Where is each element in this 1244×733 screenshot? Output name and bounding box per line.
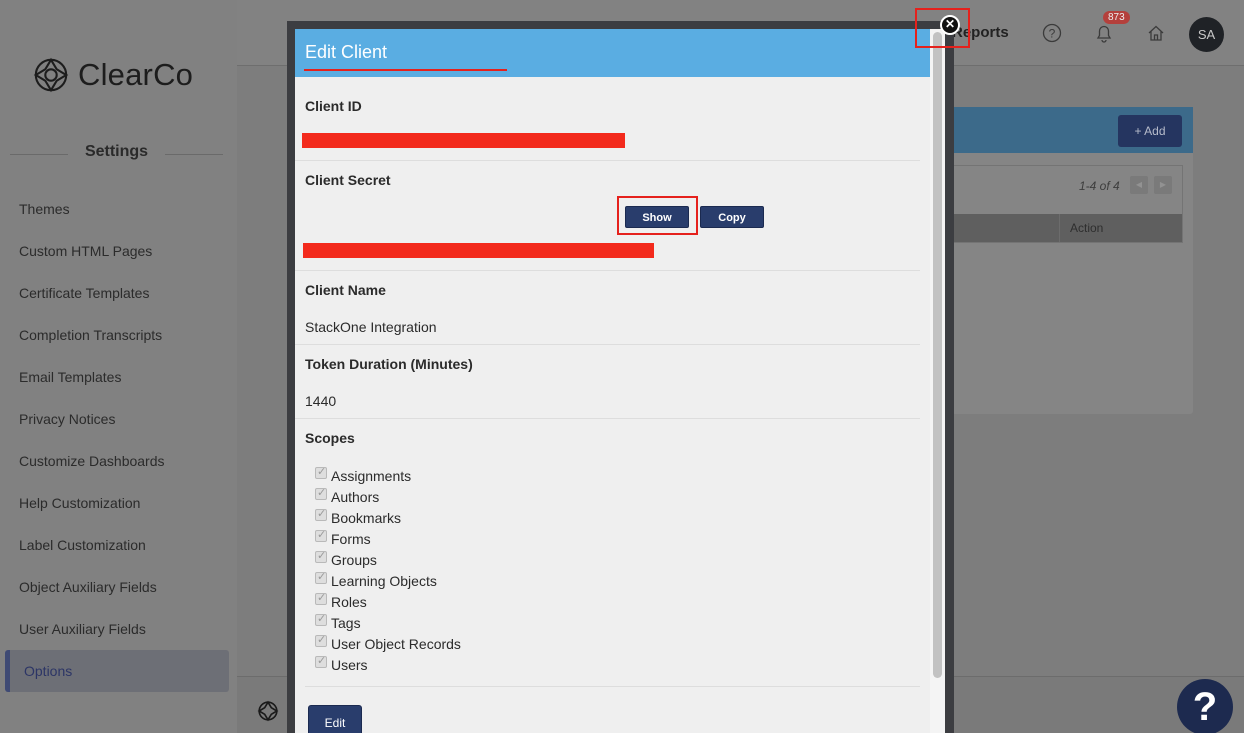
panel-header: + Add — [952, 107, 1193, 153]
scope-checkbox[interactable] — [315, 486, 327, 500]
scope-label: Forms — [331, 530, 371, 547]
sidebar-item-label-customization[interactable]: Label Customization — [0, 524, 237, 566]
sidebar-item-options[interactable]: Options — [5, 650, 229, 692]
scope-checkbox[interactable] — [315, 465, 327, 479]
scope-checkbox[interactable] — [315, 570, 327, 584]
token-duration-value: 1440 — [305, 393, 337, 409]
edit-client-modal: Edit Client Client ID Client Secret Show… — [295, 29, 930, 733]
divider — [305, 686, 920, 687]
scope-item: Learning Objects — [315, 570, 461, 591]
divider — [295, 270, 920, 271]
modal-scrollbar-thumb[interactable] — [933, 32, 942, 678]
svg-text:?: ? — [1049, 27, 1056, 41]
scopes-list: Assignments Authors Bookmarks Forms Grou… — [315, 465, 461, 675]
scope-item: Users — [315, 654, 461, 675]
sidebar-item-custom-html-pages[interactable]: Custom HTML Pages — [0, 230, 237, 272]
home-icon[interactable] — [1146, 23, 1166, 43]
clearco-logo-icon — [33, 57, 69, 93]
scope-label: Learning Objects — [331, 572, 437, 589]
settings-nav: Themes Custom HTML Pages Certificate Tem… — [0, 188, 237, 692]
scope-item: Assignments — [315, 465, 461, 486]
sidebar-item-themes[interactable]: Themes — [0, 188, 237, 230]
scope-checkbox[interactable] — [315, 507, 327, 521]
client-secret-label: Client Secret — [305, 172, 391, 188]
scope-item: Authors — [315, 486, 461, 507]
scope-checkbox[interactable] — [315, 591, 327, 605]
pager-text: 1-4 of 4 — [1079, 179, 1120, 193]
scope-checkbox[interactable] — [315, 612, 327, 626]
client-id-redaction — [302, 133, 625, 148]
help-circle-icon[interactable]: ? — [1042, 23, 1062, 43]
modal-header: Edit Client — [295, 29, 930, 77]
prev-page-icon[interactable]: ◀ — [1130, 176, 1148, 194]
scope-item: Bookmarks — [315, 507, 461, 528]
modal-title: Edit Client — [305, 42, 388, 62]
client-name-value: StackOne Integration — [305, 319, 437, 335]
scope-label: Roles — [331, 593, 367, 610]
scope-label: Tags — [331, 614, 361, 631]
sidebar-item-certificate-templates[interactable]: Certificate Templates — [0, 272, 237, 314]
scope-label: Bookmarks — [331, 509, 402, 526]
table-header: Action — [953, 214, 1182, 242]
sidebar-item-customize-dashboards[interactable]: Customize Dashboards — [0, 440, 237, 482]
sidebar-item-object-auxiliary-fields[interactable]: Object Auxiliary Fields — [0, 566, 237, 608]
divider — [295, 160, 920, 161]
user-avatar[interactable]: SA — [1189, 17, 1224, 52]
add-client-button[interactable]: + Add — [1118, 115, 1182, 147]
brand-logo[interactable]: ClearCo — [32, 56, 193, 94]
help-fab-button[interactable]: ? — [1177, 679, 1233, 733]
scope-item: Forms — [315, 528, 461, 549]
scope-checkbox[interactable] — [315, 654, 327, 668]
title-highlight-underline — [304, 69, 507, 71]
sidebar-item-user-auxiliary-fields[interactable]: User Auxiliary Fields — [0, 608, 237, 650]
brand-name: ClearCo — [78, 57, 194, 92]
scope-item: Groups — [315, 549, 461, 570]
sidebar-item-help-customization[interactable]: Help Customization — [0, 482, 237, 524]
show-secret-button[interactable]: Show — [625, 206, 689, 228]
clients-panel: + Add 1-4 of 4 ◀ ▶ Action — [952, 107, 1193, 414]
scope-item: User Object Records — [315, 633, 461, 654]
client-name-label: Client Name — [305, 282, 386, 298]
sidebar-item-privacy-notices[interactable]: Privacy Notices — [0, 398, 237, 440]
copy-secret-button[interactable]: Copy — [700, 206, 764, 228]
edit-button[interactable]: Edit — [308, 705, 362, 733]
client-secret-redaction — [303, 243, 654, 258]
clearco-logo-small-icon — [257, 700, 279, 722]
scope-label: User Object Records — [331, 635, 461, 652]
scope-label: Assignments — [331, 467, 412, 484]
token-duration-label: Token Duration (Minutes) — [305, 356, 473, 372]
settings-heading: Settings — [10, 143, 223, 161]
scope-label: Groups — [331, 551, 377, 568]
bell-icon[interactable] — [1094, 23, 1114, 43]
action-column-header: Action — [1059, 214, 1103, 242]
clients-table: 1-4 of 4 ◀ ▶ Action — [952, 165, 1183, 243]
client-id-label: Client ID — [305, 98, 362, 114]
scope-label: Users — [331, 656, 368, 673]
sidebar-item-completion-transcripts[interactable]: Completion Transcripts — [0, 314, 237, 356]
sidebar-item-email-templates[interactable]: Email Templates — [0, 356, 237, 398]
scope-label: Authors — [331, 488, 380, 505]
scope-item: Tags — [315, 612, 461, 633]
notification-badge: 873 — [1103, 11, 1130, 24]
sidebar: ClearCo Settings Themes Custom HTML Page… — [0, 0, 237, 733]
next-page-icon[interactable]: ▶ — [1154, 176, 1172, 194]
scope-checkbox[interactable] — [315, 633, 327, 647]
scope-checkbox[interactable] — [315, 549, 327, 563]
divider — [295, 418, 920, 419]
scope-item: Roles — [315, 591, 461, 612]
scopes-label: Scopes — [305, 430, 355, 446]
scope-checkbox[interactable] — [315, 528, 327, 542]
divider — [295, 344, 920, 345]
close-icon[interactable]: ✕ — [940, 15, 960, 35]
